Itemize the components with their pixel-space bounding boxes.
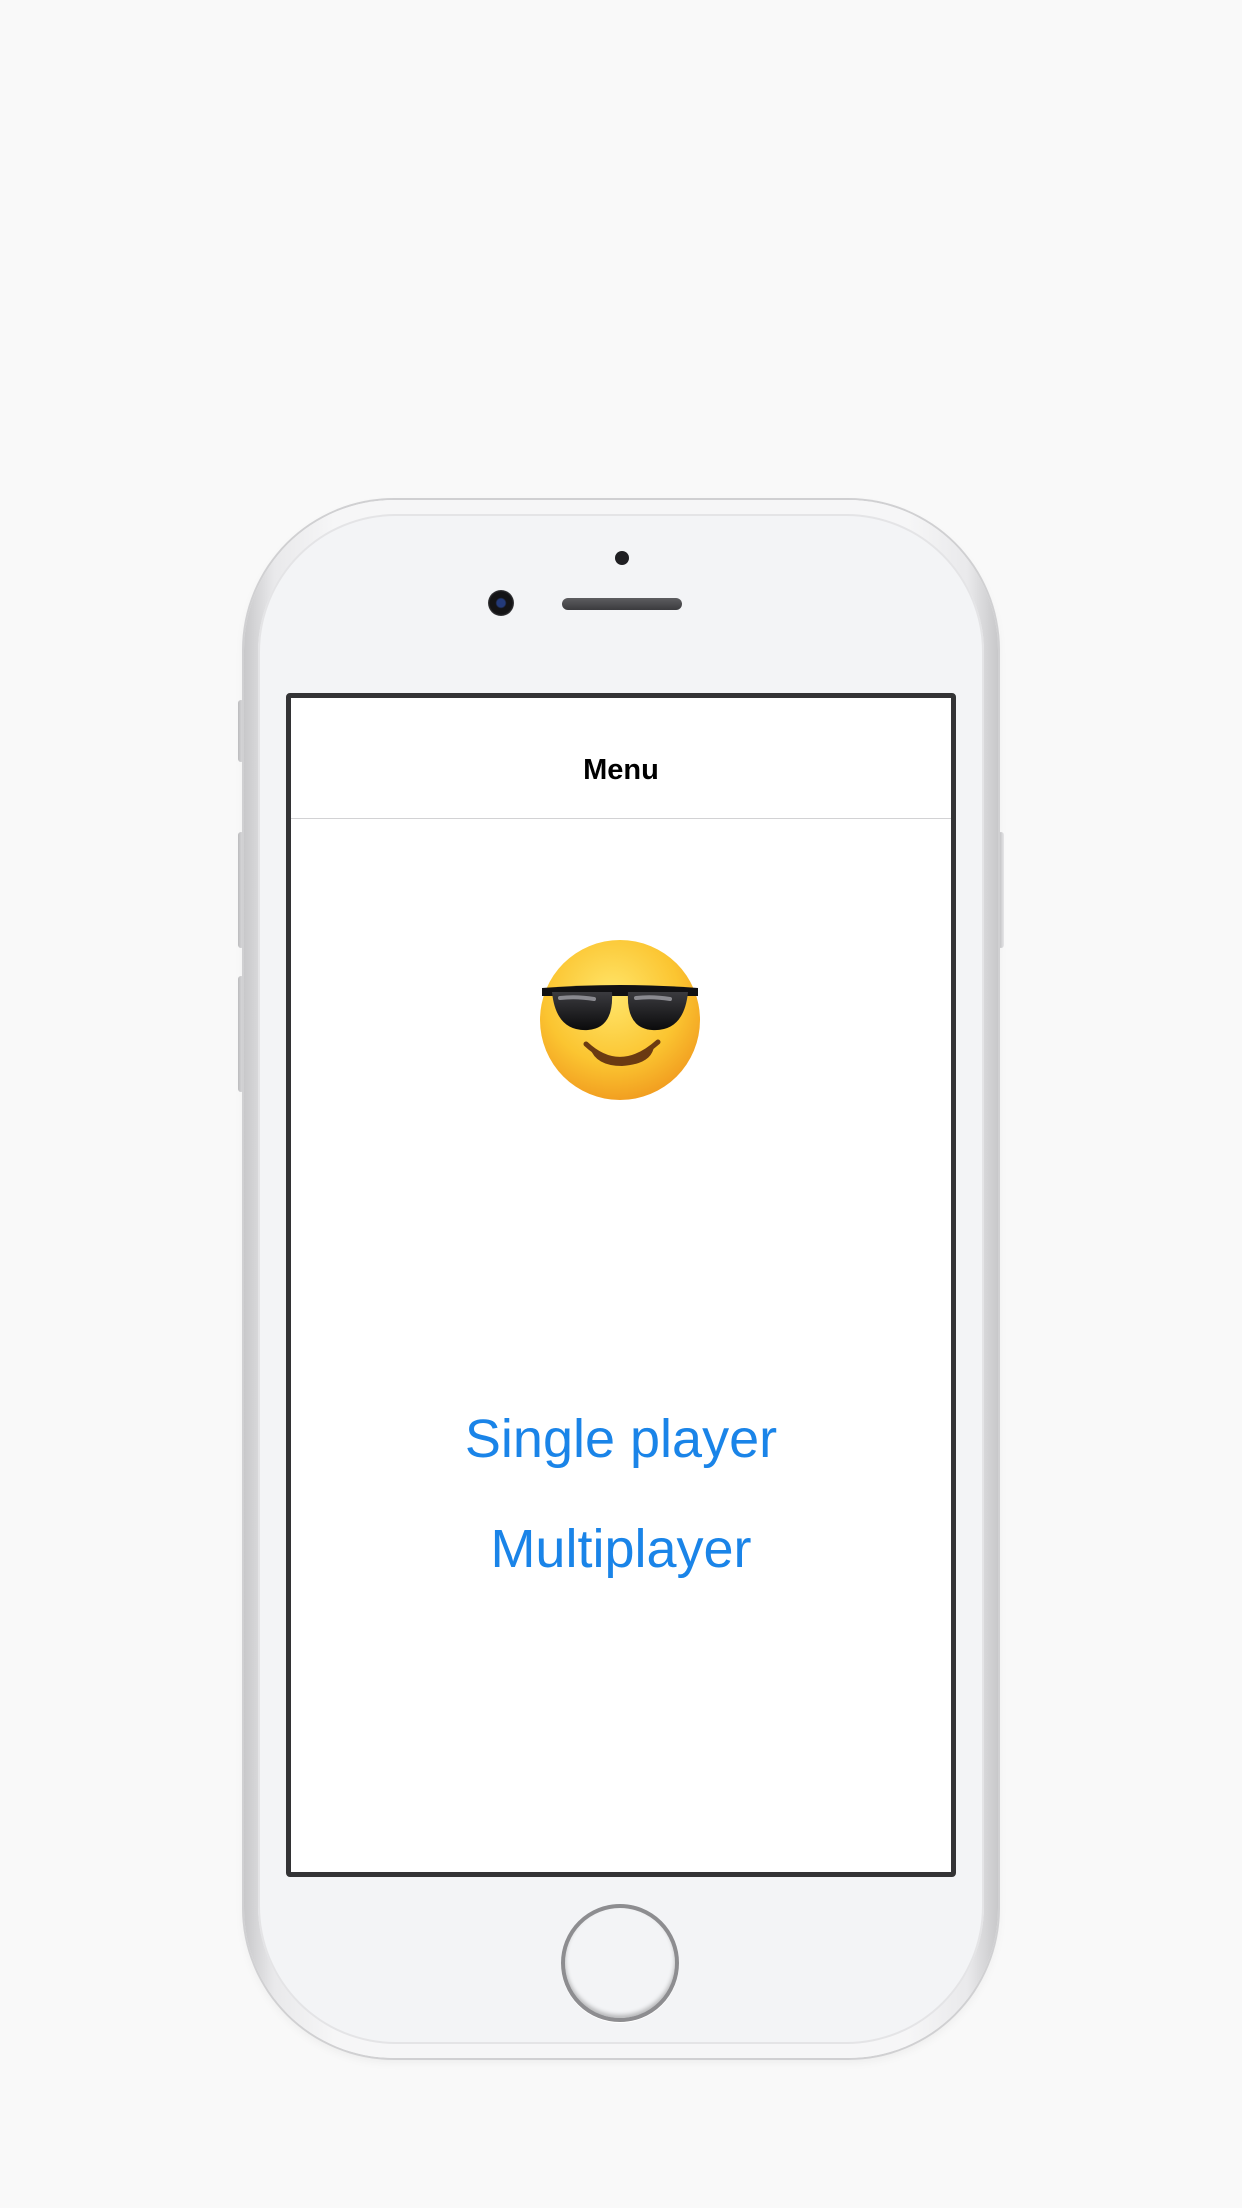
cool-face-emoji-icon bbox=[536, 936, 704, 1104]
navigation-bar: Menu bbox=[291, 698, 951, 819]
earpiece-speaker bbox=[562, 598, 682, 610]
power-button bbox=[998, 832, 1004, 948]
front-camera bbox=[488, 590, 514, 616]
proximity-sensor bbox=[615, 551, 629, 565]
single-player-button[interactable]: Single player bbox=[291, 1408, 951, 1470]
home-button[interactable] bbox=[561, 1904, 679, 2022]
multiplayer-button[interactable]: Multiplayer bbox=[291, 1518, 951, 1580]
nav-title: Menu bbox=[583, 754, 659, 786]
app-screen: Menu Single player Multiplayer bbox=[286, 693, 956, 1877]
device-mockup: Menu Single player Multiplayer bbox=[0, 0, 1242, 2208]
